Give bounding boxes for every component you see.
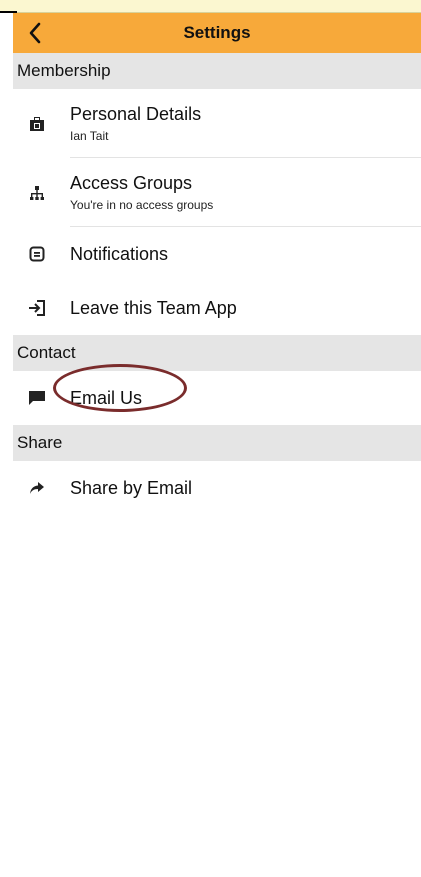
settings-list: Membership Personal Details Ian Tait Acc… (13, 53, 421, 515)
settings-item-leave-team-app[interactable]: Leave this Team App (13, 281, 421, 335)
email-us-text: Email Us (70, 388, 142, 409)
section-header-share: Share (13, 425, 421, 461)
top-strip (0, 0, 421, 13)
settings-item-access-groups[interactable]: Access Groups You're in no access groups (13, 158, 421, 227)
section-header-contact: Contact (13, 335, 421, 371)
section-header-membership: Membership (13, 53, 421, 89)
settings-item-notifications[interactable]: Notifications (13, 227, 421, 281)
email-us-label: Email Us (70, 387, 143, 408)
leave-team-app-text: Leave this Team App (70, 298, 237, 319)
personal-details-text: Personal Details Ian Tait (70, 104, 201, 143)
share-by-email-label: Share by Email (70, 477, 193, 498)
share-arrow-icon (27, 478, 47, 498)
notifications-label: Notifications (70, 243, 169, 264)
org-chart-icon (27, 183, 47, 203)
id-badge-icon (27, 114, 47, 134)
settings-item-share-by-email[interactable]: Share by Email (13, 461, 421, 515)
message-box-icon (27, 244, 47, 264)
share-by-email-text: Share by Email (70, 478, 192, 499)
personal-details-sublabel: Ian Tait (70, 129, 109, 143)
access-groups-label: Access Groups (70, 173, 193, 193)
settings-item-email-us[interactable]: Email Us (13, 371, 421, 425)
settings-item-personal-details[interactable]: Personal Details Ian Tait (13, 89, 421, 158)
access-groups-sublabel: You're in no access groups (70, 198, 214, 212)
page-title: Settings (183, 23, 251, 42)
chat-bubble-icon (27, 388, 47, 408)
leave-team-app-label: Leave this Team App (70, 297, 237, 318)
notifications-text: Notifications (70, 244, 168, 265)
exit-door-icon (27, 298, 47, 318)
app-header: Settings (13, 13, 421, 53)
access-groups-text: Access Groups You're in no access groups (70, 173, 213, 212)
personal-details-label: Personal Details (70, 104, 202, 124)
